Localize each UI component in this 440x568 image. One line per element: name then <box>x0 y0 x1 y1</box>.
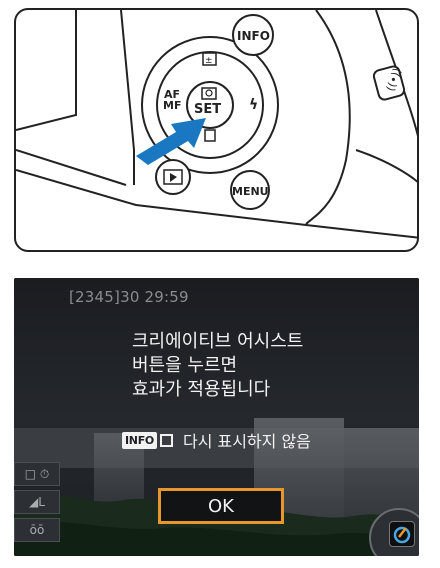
creative-assist-message: 크리에이티브 어시스트 버튼을 누르면 효과가 적용됩니다 <box>132 330 303 402</box>
svg-text:MF: MF <box>163 99 181 112</box>
creative-assist-icon-inner <box>389 521 415 547</box>
message-line-3: 효과가 적용됩니다 <box>132 379 271 400</box>
camera-lcd-screen: [2345]30 29:59 크리에이티브 어시스트 버튼을 누르면 효과가 적… <box>14 278 419 556</box>
dont-show-label: 다시 표시하지 않음 <box>182 432 311 451</box>
camera-back-drawing: ((•)) SET AF MF ϟ ± INFO MENU <box>16 10 417 239</box>
paint-swirl-icon <box>393 526 411 544</box>
dont-show-again-option[interactable]: INFO 다시 표시하지 않음 <box>122 428 311 452</box>
svg-text:ϟ: ϟ <box>249 97 258 113</box>
status-readout: [2345]30 29:59 <box>69 288 189 306</box>
battery-settings-icon: ōō <box>14 518 60 542</box>
svg-text:±: ± <box>205 56 213 66</box>
message-line-1: 크리에이티브 어시스트 <box>132 331 304 352</box>
ok-button[interactable]: OK <box>158 488 284 524</box>
info-badge: INFO <box>122 431 157 449</box>
dont-show-checkbox[interactable] <box>159 433 173 447</box>
message-line-2: 버튼을 누르면 <box>132 355 238 376</box>
drive-mode-icon: □ ⏱ <box>14 462 60 486</box>
info-button-label: INFO <box>237 29 270 43</box>
image-quality-icon: ◢L <box>14 490 60 514</box>
camera-illustration: ((•)) SET AF MF ϟ ± INFO MENU <box>14 8 419 252</box>
menu-button-label: MENU <box>232 185 269 198</box>
dial-set-label: SET <box>194 102 221 117</box>
